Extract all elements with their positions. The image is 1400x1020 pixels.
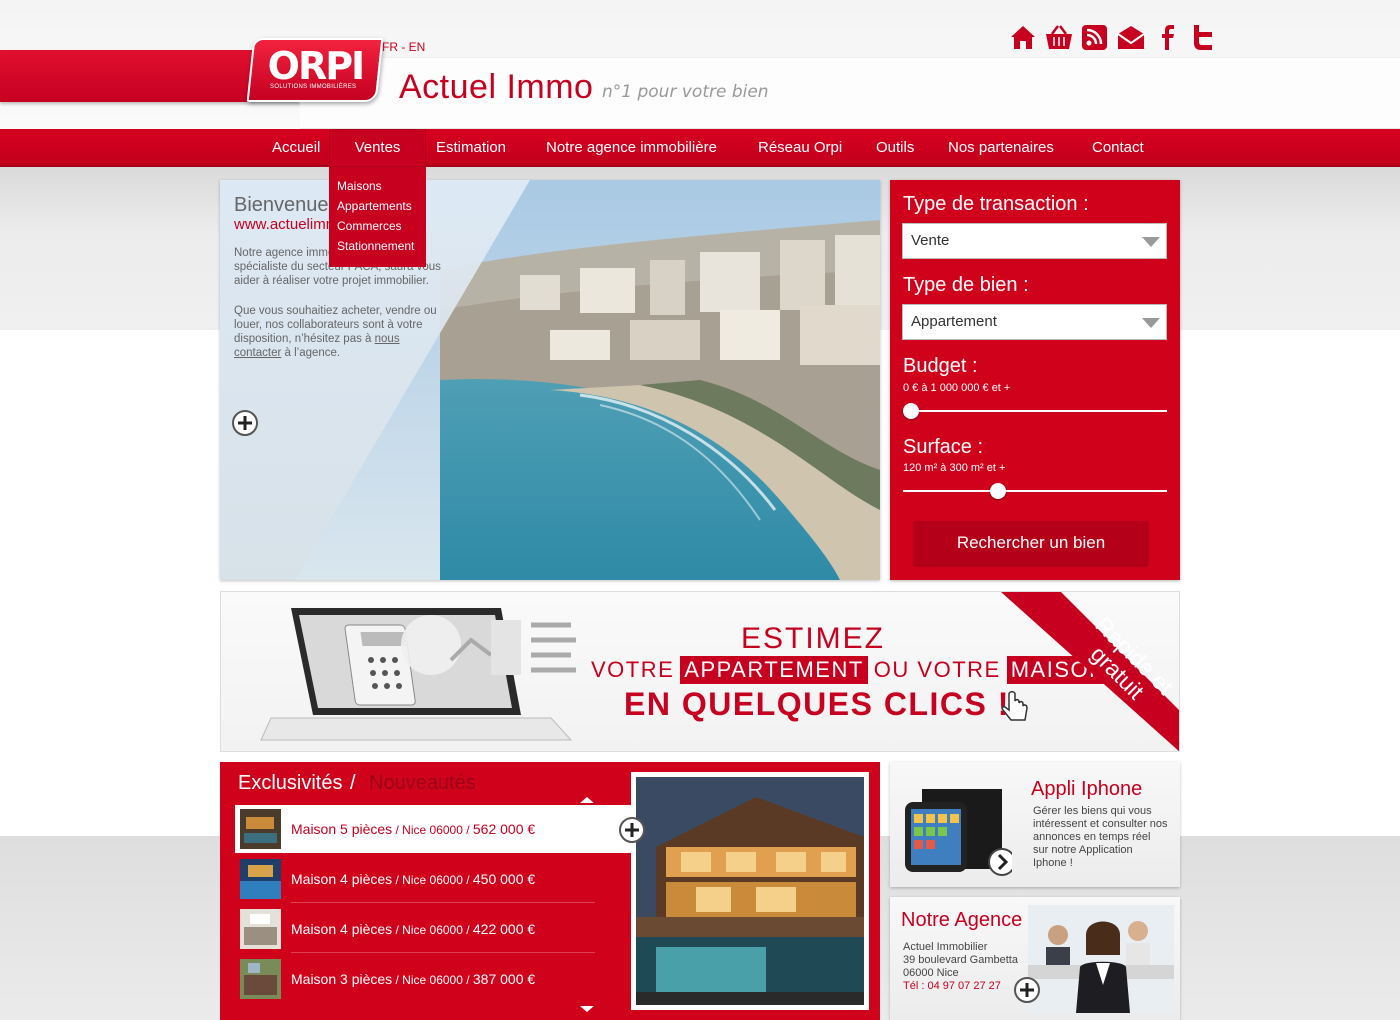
listing-thumbnail [240,959,281,999]
listing-thumbnail [240,859,281,899]
surface-slider-handle[interactable] [989,483,1006,499]
listing-thumbnail [240,909,281,949]
rss-icon[interactable] [1080,22,1110,52]
listing-photo[interactable] [631,772,869,1010]
nav-ventes[interactable]: Ventes [329,129,426,167]
facebook-icon[interactable] [1152,22,1182,52]
nav-reseau[interactable]: Réseau Orpi [758,129,842,167]
chevron-down-icon [1142,318,1160,328]
budget-slider-handle[interactable] [903,403,919,419]
banner-line3: EN QUELQUES CLICS ! [624,686,1010,722]
surface-label: Surface : [903,436,984,458]
agency-street: 39 boulevard Gambetta [903,954,1018,966]
nav-outils[interactable]: Outils [876,129,914,167]
search-button[interactable]: Rechercher un bien [914,521,1148,565]
logo-text: ORPI [267,44,364,88]
agency-title: Notre Agence [901,909,1023,931]
surface-slider[interactable] [903,483,1167,499]
hero-slider: Bienvenue www.actuelimmo.fr Notre agence… [220,180,880,580]
transaction-select[interactable]: Vente [902,223,1167,259]
listing-item[interactable]: Maison 4 pièces / Nice 06000 / 422 000 € [235,905,595,953]
agency-city: 06000 Nice [903,967,959,979]
plus-icon[interactable] [618,816,646,844]
dropdown-item-stationnement[interactable]: Stationnement [329,236,426,256]
nav-estimation[interactable]: Estimation [436,129,506,167]
listings-panel: Exclusivités / Nouveautés Maison 5 pièce… [220,762,880,1020]
orpi-logo[interactable]: ORPI SOLUTIONS IMMOBILIÈRES [246,38,384,102]
agency-team-photo [1028,905,1174,1013]
search-panel: Type de transaction : Vente Type de bien… [890,180,1180,580]
language-switch[interactable]: FR - EN [382,40,425,54]
tab-nouveautes[interactable]: Nouveautés [369,772,476,795]
mail-icon[interactable] [1116,22,1146,52]
agency-name: Actuel Immobilier [903,941,988,953]
listing-thumbnail [240,809,281,849]
iphone-illustration [905,789,1012,876]
twitter-icon[interactable] [1188,22,1218,52]
main-nav: Accueil Ventes Estimation Notre agence i… [0,129,1400,167]
laptop-calculator-illustration [260,608,576,741]
scroll-down-icon[interactable] [580,1006,594,1012]
ventes-dropdown: Maisons Appartements Commerces Stationne… [329,167,426,267]
agency-phone[interactable]: Tél : 04 97 07 27 27 [903,980,1001,993]
listing-item[interactable]: Maison 4 pièces / Nice 06000 / 450 000 € [235,855,595,903]
dropdown-item-commerces[interactable]: Commerces [329,216,426,236]
property-select[interactable]: Appartement [902,304,1167,340]
app-title: Appli Iphone [1031,778,1143,800]
tab-exclusivites[interactable]: Exclusivités [238,772,342,795]
agency-card[interactable]: Notre Agence Actuel Immobilier 39 boulev… [890,897,1180,1020]
nav-agence[interactable]: Notre agence immobilière [546,129,717,167]
hero-welcome: Bienvenue [234,194,329,216]
logo-subtitle: SOLUTIONS IMMOBILIÈRES [270,84,357,90]
site-title: Actuel Immo [399,68,594,106]
nav-accueil[interactable]: Accueil [272,129,320,167]
plus-icon[interactable] [1013,976,1041,1004]
transaction-label: Type de transaction : [903,193,1089,215]
social-icons [1008,22,1218,52]
surface-range: 120 m² à 300 m² et + [903,462,1006,474]
budget-slider[interactable] [903,403,1167,419]
chevron-down-icon [1142,237,1160,247]
budget-range: 0 € à 1 000 000 € et + [903,382,1011,394]
nav-partenaires[interactable]: Nos partenaires [948,129,1054,167]
estimation-banner[interactable]: ESTIMEZ VOTRE APPARTEMENT OU VOTRE MAISO… [220,591,1180,752]
home-icon[interactable] [1008,22,1038,52]
listing-item[interactable]: Maison 3 pièces / Nice 06000 / 387 000 € [235,955,595,1003]
property-label: Type de bien : [903,274,1029,296]
plus-icon[interactable] [231,409,259,437]
banner-line1: ESTIMEZ [741,622,886,655]
hero-contact-text: Que vous souhaitiez acheter, vendre ou l… [234,305,437,359]
dropdown-item-maisons[interactable]: Maisons [329,176,426,196]
app-description: Gérer les biens qui vous intéressent et … [1033,805,1168,869]
dropdown-item-appartements[interactable]: Appartements [329,196,426,216]
listing-item[interactable]: Maison 5 pièces / Nice 06000 / 562 000 € [235,805,631,853]
site-tagline: n°1 pour votre bien [602,82,769,102]
tab-separator: / [350,772,356,794]
budget-label: Budget : [903,355,978,377]
basket-icon[interactable] [1044,22,1074,52]
app-card[interactable]: Appli Iphone Gérer les biens qui vous in… [890,762,1180,887]
scroll-up-icon[interactable] [580,797,594,803]
nav-contact[interactable]: Contact [1092,129,1144,167]
